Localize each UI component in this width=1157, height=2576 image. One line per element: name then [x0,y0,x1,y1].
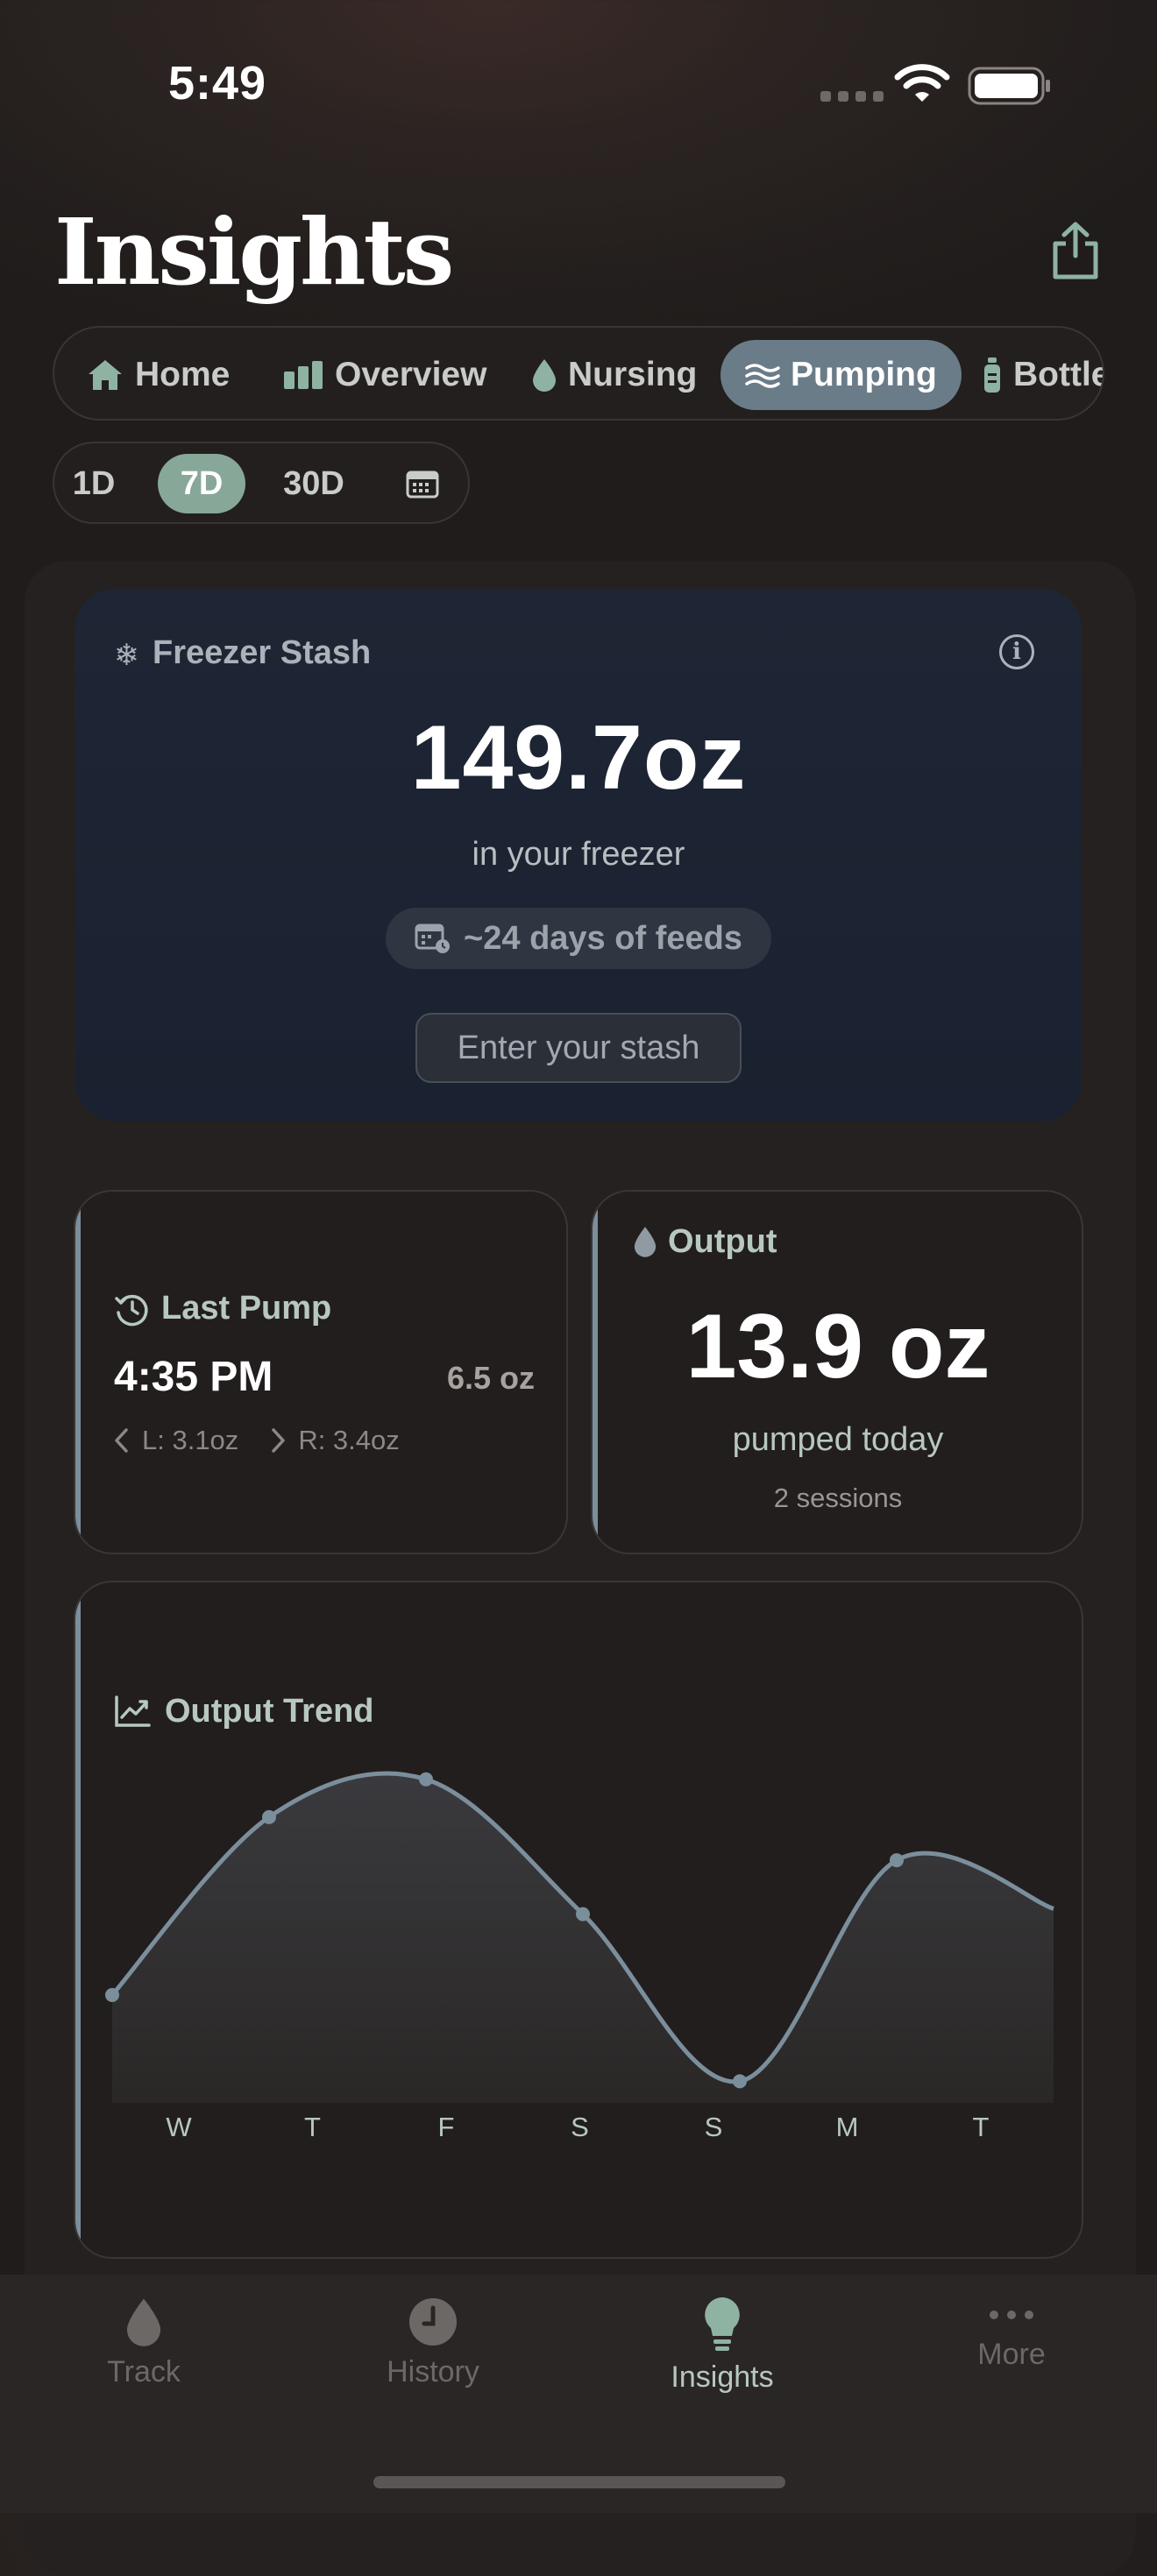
trend-point[interactable] [890,1853,904,1868]
share-icon[interactable] [1048,221,1103,282]
x-tick-label: W [166,2112,192,2142]
status-time: 5:49 [168,57,267,110]
trend-point[interactable] [419,1772,433,1787]
output-value: 13.9 oz [685,1296,990,1398]
lightbulb-icon [705,2297,740,2351]
range-30d[interactable]: 30D [270,454,358,513]
nav-more[interactable]: More [924,2296,1099,2372]
left-amount: L: 3.1oz [142,1425,239,1455]
snowflake-icon: ❄ [114,639,139,672]
waves-icon [745,361,780,389]
tab-bottle[interactable]: Bottle [982,340,1103,410]
insights-tabs: Home Overview Nursing Pumping Bottle [53,326,1104,421]
drop-icon [126,2298,161,2346]
x-tick-label: S [705,2112,723,2142]
right-amount: R: 3.4oz [298,1425,400,1455]
x-tick-label: F [438,2112,455,2142]
trend-point[interactable] [105,1987,119,2002]
last-pump-label: Last Pump [161,1290,332,1327]
enter-stash-button[interactable]: Enter your stash [415,1013,742,1083]
nav-history[interactable]: History [345,2296,521,2389]
output-label: Output [668,1223,777,1260]
chevron-left-icon [115,1428,128,1453]
trend-point[interactable] [576,1907,590,1921]
left-right-split: L: 3.1oz R: 3.4oz [114,1425,400,1456]
range-1d[interactable]: 1D [67,454,121,513]
calendar-icon [406,471,439,499]
calendar-clock-icon [415,924,451,953]
output-trend-chart: WTFSSMT [105,1771,1054,2142]
tab-home[interactable]: Home [86,340,230,410]
output-sessions: 2 sessions [773,1483,903,1513]
trend-point[interactable] [262,1809,276,1824]
freezer-stash-label: Freezer Stash [153,634,372,671]
wifi-icon [894,64,950,102]
output-trend-label: Output Trend [165,1693,374,1730]
nav-insights[interactable]: Insights [635,2296,810,2395]
range-selector: 1D 7D 30D [53,442,470,524]
tab-pumping[interactable]: Pumping [720,340,962,410]
signal-icon [820,91,884,102]
days-of-feeds-badge: ~24 days of feeds [386,908,771,969]
range-7d[interactable]: 7D [158,454,245,513]
nav-track[interactable]: Track [56,2296,231,2389]
bars-icon [282,359,324,391]
clock-icon [409,2298,457,2346]
tab-nursing[interactable]: Nursing [531,340,697,410]
trend-point[interactable] [733,2074,747,2089]
last-pump-time: 4:35 PM [114,1354,273,1400]
x-tick-label: S [571,2112,589,2142]
freezer-subtitle: in your freezer [472,836,685,873]
trend-chart-icon [115,1695,151,1727]
output-subtitle: pumped today [732,1421,944,1458]
battery-icon [968,67,1050,105]
x-tick-label: T [304,2112,321,2142]
drop-icon [634,1227,657,1257]
bottle-icon [982,356,1003,394]
history-icon [115,1294,148,1327]
home-indicator [373,2476,785,2488]
page-title: Insights [54,198,454,306]
trend-area [112,1773,1054,2103]
drop-icon [531,357,557,393]
freezer-amount: 149.7oz [410,707,747,809]
last-pump-amount: 6.5 oz [446,1360,535,1396]
calendar-button[interactable] [394,454,451,513]
days-of-feeds-text: ~24 days of feeds [464,919,742,957]
info-icon[interactable]: i [999,634,1034,669]
x-tick-label: M [836,2112,859,2142]
chevron-right-icon [272,1428,286,1453]
more-icon [990,2311,1033,2319]
home-icon [86,357,124,393]
tab-overview[interactable]: Overview [282,340,486,410]
x-tick-label: T [973,2112,990,2142]
